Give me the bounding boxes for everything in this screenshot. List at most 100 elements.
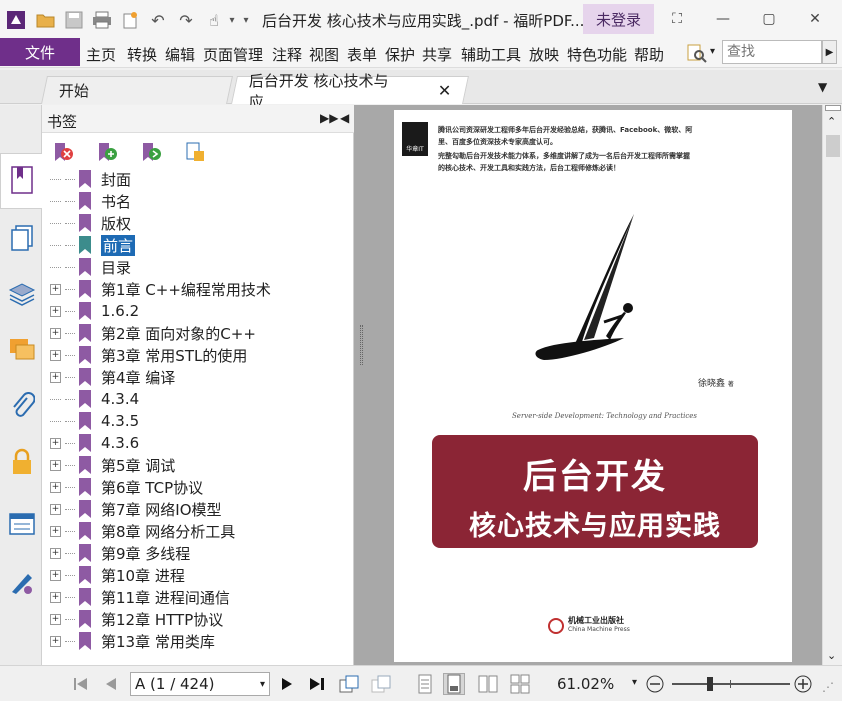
new-document-icon[interactable] <box>120 10 140 30</box>
undo-icon[interactable]: ↶ <box>148 10 168 30</box>
menu-special-features[interactable]: 特色功能 <box>567 44 627 65</box>
bookmark-item[interactable]: 目录 <box>50 256 131 278</box>
first-page-icon[interactable] <box>70 673 92 695</box>
bookmark-item[interactable]: + 第13章 常用类库 <box>50 630 215 652</box>
customize-toolbar-icon[interactable]: ▾ <box>240 10 252 30</box>
bookmark-item[interactable]: + 第1章 C++编程常用技术 <box>50 278 271 300</box>
bookmark-item[interactable]: 封面 <box>50 168 131 190</box>
scroll-thumb[interactable] <box>826 135 840 157</box>
zoom-out-icon[interactable] <box>644 673 666 695</box>
expand-toggle-icon[interactable]: + <box>50 635 61 647</box>
layers-icon[interactable] <box>5 277 39 311</box>
expand-toggle-icon[interactable]: + <box>50 437 61 449</box>
minimize-button[interactable]: — <box>710 8 736 30</box>
continuous-facing-view-icon[interactable] <box>509 673 531 695</box>
login-button[interactable]: 未登录 <box>583 4 654 34</box>
expand-toggle-icon[interactable]: + <box>50 503 61 515</box>
bookmark-item[interactable]: + 第8章 网络分析工具 <box>50 520 235 542</box>
comments-icon[interactable] <box>5 333 39 367</box>
facing-view-icon[interactable] <box>477 673 499 695</box>
tab-document[interactable]: 后台开发 核心技术与应... ✕ <box>231 72 469 111</box>
bookmark-options-icon[interactable] <box>184 141 206 163</box>
expand-toggle-icon[interactable]: + <box>50 327 61 339</box>
expand-toggle-icon[interactable]: + <box>50 481 61 493</box>
maximize-button[interactable]: ▢ <box>756 8 782 30</box>
bookmark-item[interactable]: + 第4章 编译 <box>50 366 175 388</box>
bookmark-item[interactable]: 前言 <box>50 234 136 256</box>
search-input[interactable] <box>722 40 822 64</box>
menu-slideshow[interactable]: 放映 <box>529 44 559 65</box>
signatures-icon[interactable] <box>5 565 39 599</box>
delete-bookmark-icon[interactable] <box>52 141 74 163</box>
document-view[interactable]: 华章IT 腾讯公司资深研发工程师多年后台开发经验总结，获腾讯、Facebook、… <box>354 105 822 665</box>
close-tab-icon[interactable]: ✕ <box>437 81 450 100</box>
search-go-icon[interactable]: ▶ <box>822 40 837 64</box>
bookmark-item[interactable]: +1.6.2 <box>50 300 139 322</box>
hand-tool-icon[interactable]: ☝ <box>204 10 224 30</box>
open-folder-icon[interactable] <box>36 10 56 30</box>
split-view-handle[interactable] <box>825 105 841 111</box>
bookmark-item[interactable]: +4.3.6 <box>50 432 139 454</box>
scroll-up-icon[interactable]: ⌃ <box>827 115 836 128</box>
zoom-slider[interactable] <box>672 677 790 691</box>
menu-page-management[interactable]: 页面管理 <box>203 44 263 65</box>
bookmark-item[interactable]: + 第9章 多线程 <box>50 542 190 564</box>
menu-comment[interactable]: 注释 <box>272 44 302 65</box>
add-child-bookmark-icon[interactable] <box>140 141 162 163</box>
find-icon[interactable] <box>686 42 708 64</box>
bookmark-item[interactable]: + 第12章 HTTP协议 <box>50 608 223 630</box>
page-number-select[interactable]: A (1 / 424) ▾ <box>130 672 270 696</box>
security-lock-icon[interactable] <box>5 445 39 479</box>
menu-form[interactable]: 表单 <box>347 44 377 65</box>
menu-accessibility-tools[interactable]: 辅助工具 <box>461 44 521 65</box>
vertical-scrollbar[interactable]: ⌃ ⌄ <box>822 105 842 665</box>
menu-edit[interactable]: 编辑 <box>165 44 195 65</box>
dropdown-arrow-icon[interactable]: ▾ <box>226 10 238 30</box>
bookmark-item[interactable]: 4.3.5 <box>50 410 139 432</box>
page-thumbnails-icon[interactable] <box>5 221 39 255</box>
bookmark-item[interactable]: + 第2章 面向对象的C++ <box>50 322 256 344</box>
bookmarks-panel-icon[interactable] <box>5 163 39 197</box>
menu-share[interactable]: 共享 <box>422 44 452 65</box>
zoom-level[interactable]: 61.02% <box>557 675 614 693</box>
menu-protect[interactable]: 保护 <box>385 44 415 65</box>
tab-list-dropdown-icon[interactable]: ▼ <box>818 80 827 94</box>
expand-toggle-icon[interactable]: + <box>50 283 61 295</box>
zoom-slider-thumb[interactable] <box>707 677 713 691</box>
expand-toggle-icon[interactable]: + <box>50 569 61 581</box>
fullscreen-icon[interactable]: ⛶ <box>664 8 690 30</box>
save-icon[interactable] <box>64 10 84 30</box>
last-page-icon[interactable] <box>306 673 328 695</box>
bookmark-item[interactable]: + 第7章 网络IO模型 <box>50 498 222 520</box>
bookmark-item[interactable]: + 第3章 常用STL的使用 <box>50 344 247 366</box>
splitter-grip[interactable] <box>360 325 363 365</box>
expand-toggle-icon[interactable]: + <box>50 525 61 537</box>
print-icon[interactable] <box>92 10 112 30</box>
previous-view-icon[interactable] <box>338 673 360 695</box>
resize-grip-icon[interactable]: ⋰ <box>822 680 834 694</box>
menu-home[interactable]: 主页 <box>86 44 116 65</box>
expand-panel-icon[interactable]: ▶▶ <box>320 111 338 125</box>
add-bookmark-icon[interactable] <box>96 141 118 163</box>
continuous-view-icon[interactable] <box>443 673 465 695</box>
attachments-icon[interactable] <box>5 389 39 423</box>
expand-toggle-icon[interactable]: + <box>50 459 61 471</box>
expand-toggle-icon[interactable]: + <box>50 591 61 603</box>
single-page-view-icon[interactable] <box>414 673 436 695</box>
bookmark-item[interactable]: + 第10章 进程 <box>50 564 185 586</box>
bookmark-item[interactable]: 版权 <box>50 212 131 234</box>
collapse-panel-icon[interactable]: ◀ <box>340 111 349 125</box>
previous-page-icon[interactable] <box>100 673 122 695</box>
zoom-dropdown-icon[interactable]: ▾ <box>632 677 637 688</box>
bookmark-item[interactable]: + 第11章 进程间通信 <box>50 586 230 608</box>
expand-toggle-icon[interactable]: + <box>50 349 61 361</box>
next-page-icon[interactable] <box>276 673 298 695</box>
expand-toggle-icon[interactable]: + <box>50 305 61 317</box>
menu-convert[interactable]: 转换 <box>127 44 157 65</box>
scroll-down-icon[interactable]: ⌄ <box>827 649 836 662</box>
redo-icon[interactable]: ↷ <box>176 10 196 30</box>
menu-view[interactable]: 视图 <box>309 44 339 65</box>
form-fields-icon[interactable] <box>5 507 39 541</box>
next-view-icon[interactable] <box>370 673 392 695</box>
expand-toggle-icon[interactable]: + <box>50 371 61 383</box>
